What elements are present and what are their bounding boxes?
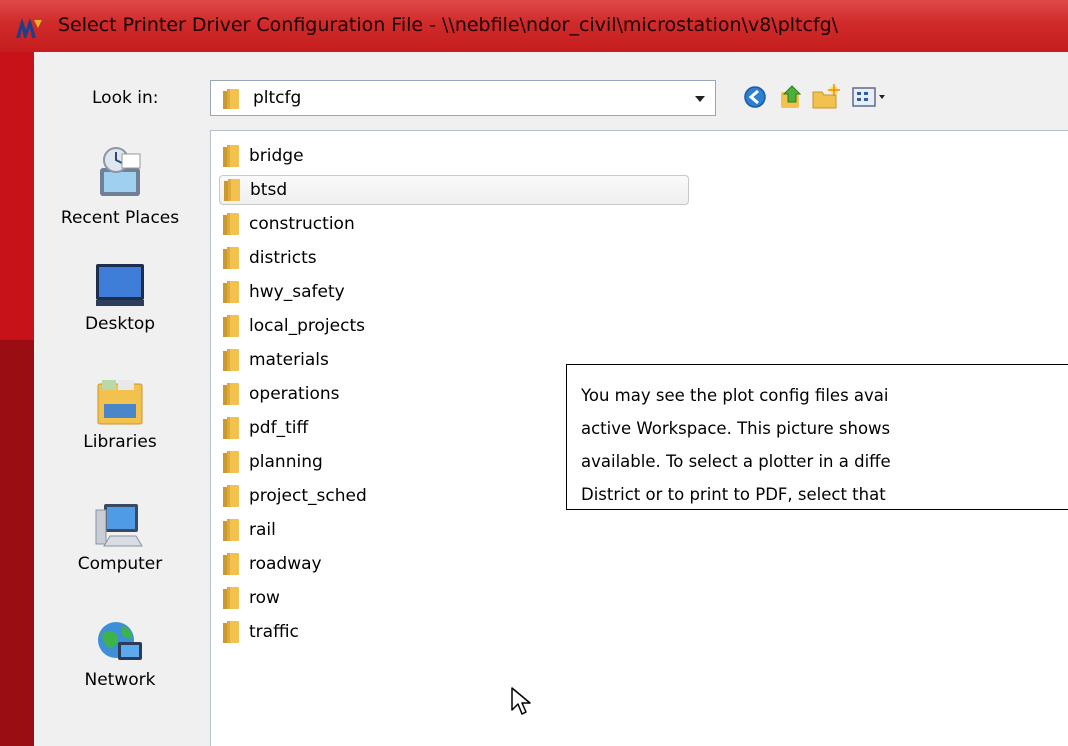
folder-label: traffic — [249, 622, 299, 642]
folder-label: project_sched — [249, 486, 367, 506]
folder-label: operations — [249, 384, 340, 404]
folder-icon — [223, 383, 239, 405]
folder-item-districts[interactable]: districts — [219, 243, 689, 273]
folder-icon — [223, 145, 239, 167]
callout-line: District or to print to PDF, select that — [581, 485, 886, 504]
folder-label: hwy_safety — [249, 282, 345, 302]
folder-item-row[interactable]: row — [219, 583, 689, 613]
folder-icon — [223, 485, 239, 507]
annotation-callout: You may see the plot config files avai a… — [566, 364, 1068, 510]
folder-icon — [223, 519, 239, 541]
folder-label: rail — [249, 520, 276, 540]
folder-icon — [223, 587, 239, 609]
folder-icon — [223, 553, 239, 575]
folder-icon — [223, 247, 239, 269]
folder-item-roadway[interactable]: roadway — [219, 549, 689, 579]
places-bar: Recent Places Desktop Libraries Computer… — [34, 130, 206, 746]
computer-icon — [95, 504, 143, 547]
back-icon[interactable] — [742, 82, 768, 112]
folder-icon — [223, 281, 239, 303]
place-desktop[interactable]: Desktop — [34, 260, 206, 334]
libraries-icon — [97, 380, 143, 425]
chevron-down-icon[interactable] — [695, 96, 705, 102]
folder-icon — [224, 179, 240, 201]
network-icon — [98, 622, 142, 660]
mouse-cursor-icon — [511, 687, 531, 715]
window-title: Select Printer Driver Configuration File… — [58, 14, 839, 36]
folder-label: roadway — [249, 554, 322, 574]
folder-item-traffic[interactable]: traffic — [219, 617, 689, 647]
folder-icon — [223, 349, 239, 371]
folder-label: materials — [249, 350, 329, 370]
folder-label: construction — [249, 214, 355, 234]
dialog-window: Select Printer Driver Configuration File… — [0, 0, 1068, 746]
folder-label: bridge — [249, 146, 304, 166]
up-folder-icon[interactable] — [778, 82, 804, 112]
folder-icon — [223, 621, 239, 643]
folder-label: local_projects — [249, 316, 365, 336]
folder-icon — [223, 417, 239, 439]
microstation-app-icon — [16, 18, 42, 38]
folder-item-rail[interactable]: rail — [219, 515, 689, 545]
folder-item-hwy-safety[interactable]: hwy_safety — [219, 277, 689, 307]
folder-label: row — [249, 588, 280, 608]
desktop-icon — [96, 264, 144, 306]
place-computer[interactable]: Computer — [34, 500, 206, 574]
place-label: Network — [84, 670, 156, 690]
place-label: Desktop — [84, 314, 156, 334]
place-label: Libraries — [83, 432, 157, 452]
new-folder-icon[interactable] — [810, 82, 842, 112]
place-network[interactable]: Network — [34, 614, 206, 690]
title-bar[interactable]: Select Printer Driver Configuration File… — [0, 0, 1068, 52]
folder-item-bridge[interactable]: bridge — [219, 141, 689, 171]
place-label: Computer — [77, 554, 163, 574]
folder-icon — [223, 451, 239, 473]
folder-label: pdf_tiff — [249, 418, 309, 438]
place-recent-places[interactable]: Recent Places — [34, 144, 206, 228]
folder-label: btsd — [250, 180, 288, 200]
callout-line: available. To select a plotter in a diff… — [581, 452, 891, 471]
recent-places-icon — [100, 147, 141, 196]
folder-icon — [223, 89, 239, 109]
look-in-dropdown[interactable]: pltcfg — [210, 80, 716, 116]
folder-icon — [223, 315, 239, 337]
folder-item-btsd[interactable]: btsd — [219, 175, 689, 205]
folder-icon — [223, 213, 239, 235]
callout-line: You may see the plot config files avai — [581, 386, 889, 405]
window-frame-left — [0, 340, 34, 746]
place-libraries[interactable]: Libraries — [34, 376, 206, 452]
look-in-label: Look in: — [92, 88, 159, 108]
folder-item-local-projects[interactable]: local_projects — [219, 311, 689, 341]
place-label: Recent Places — [60, 208, 180, 228]
folder-label: planning — [249, 452, 323, 472]
folder-item-construction[interactable]: construction — [219, 209, 689, 239]
look-in-value: pltcfg — [253, 88, 302, 108]
callout-line: active Workspace. This picture shows — [581, 419, 891, 438]
view-menu-icon[interactable] — [850, 82, 890, 112]
folder-label: districts — [249, 248, 317, 268]
